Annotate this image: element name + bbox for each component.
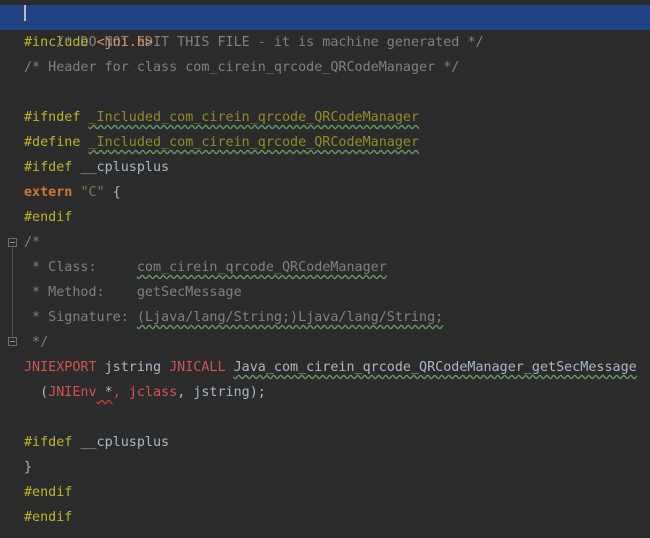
code-line-15[interactable]: JNIEXPORT jstring JNICALL Java_com_cirei… — [24, 355, 637, 380]
code-editor[interactable]: /* DO NOT EDIT THIS FILE - it is machine… — [0, 0, 650, 538]
comment-value-token: getSecMessage — [136, 285, 242, 300]
code-line-3[interactable]: /* Header for class com_cirein_qrcode_QR… — [24, 55, 459, 80]
function-name-token: Java_com_cirein_qrcode_QRCodeManager_get… — [233, 360, 637, 375]
directive-token: #ifndef — [24, 110, 81, 125]
editor-gutter — [0, 0, 22, 538]
directive-token: #endif — [24, 510, 73, 525]
paren-token: ( — [24, 385, 49, 400]
directive-token: #include — [24, 35, 89, 50]
directive-token: #endif — [24, 210, 73, 225]
directive-token: #endif — [24, 485, 73, 500]
string-token: "C" — [80, 185, 105, 200]
comment-token: /* Header for class com_cirein_qrcode_QR… — [24, 60, 460, 75]
code-line-16[interactable]: (JNIEnv *, jclass, jstring); — [24, 380, 266, 405]
macro-token: _Included_com_cirein_qrcode_QRCodeManage… — [88, 135, 420, 150]
comma-token: , — [112, 385, 121, 400]
directive-token: #define — [24, 135, 81, 150]
fold-collapse-icon[interactable] — [8, 238, 17, 247]
comment-token: * Method: — [24, 285, 137, 300]
pointer-token: * — [96, 385, 113, 400]
code-line-14[interactable]: */ — [24, 330, 48, 355]
type-token: jclass — [128, 385, 178, 400]
brace-token: } — [24, 460, 33, 475]
text-caret — [24, 5, 26, 21]
comment-token: /* — [24, 235, 41, 250]
macro-token: __cplusplus — [80, 160, 170, 175]
code-line-18[interactable]: #ifdef __cplusplus — [24, 430, 169, 455]
code-line-9[interactable]: #endif — [24, 205, 72, 230]
code-line-21[interactable]: #endif — [24, 505, 72, 530]
code-line-1[interactable]: /* DO NOT EDIT THIS FILE - it is machine… — [0, 5, 650, 50]
code-line-11[interactable]: * Class: com_cirein_qrcode_QRCodeManager — [24, 255, 387, 280]
macro-token: JNICALL — [169, 360, 226, 375]
code-line-13[interactable]: * Signature: (Ljava/lang/String;)Ljava/l… — [24, 305, 443, 330]
code-line-20[interactable]: #endif — [24, 480, 72, 505]
macro-token: _Included_com_cirein_qrcode_QRCodeManage… — [88, 110, 420, 125]
comment-token: * Signature: — [24, 310, 137, 325]
fold-end-icon[interactable] — [8, 337, 17, 346]
directive-token: #ifdef — [24, 435, 73, 450]
code-line-12[interactable]: * Method: getSecMessage — [24, 280, 242, 305]
keyword-token: extern — [24, 185, 73, 200]
comment-token: * Class: — [24, 260, 137, 275]
brace-token: { — [112, 185, 121, 200]
params-token: , jstring); — [177, 385, 266, 400]
macro-token: __cplusplus — [80, 435, 170, 450]
code-line-6[interactable]: #define _Included_com_cirein_qrcode_QRCo… — [24, 130, 419, 155]
fold-guide-line — [12, 248, 13, 336]
code-line-19[interactable]: } — [24, 455, 32, 480]
comment-value-token: (Ljava/lang/String;)Ljava/lang/String; — [136, 310, 444, 325]
header-token: <jni.h> — [96, 35, 153, 50]
code-line-10[interactable]: /* — [24, 230, 40, 255]
macro-token: JNIEXPORT — [24, 360, 97, 375]
code-line-5[interactable]: #ifndef _Included_com_cirein_qrcode_QRCo… — [24, 105, 419, 130]
directive-token: #ifdef — [24, 160, 73, 175]
comment-value-token: com_cirein_qrcode_QRCodeManager — [136, 260, 387, 275]
comment-token: */ — [24, 335, 49, 350]
type-token: JNIEnv — [48, 385, 97, 400]
code-line-7[interactable]: #ifdef __cplusplus — [24, 155, 169, 180]
code-line-8[interactable]: extern "C" { — [24, 180, 121, 205]
code-line-2[interactable]: #include <jni.h> — [24, 30, 153, 55]
type-token: jstring — [104, 360, 162, 375]
